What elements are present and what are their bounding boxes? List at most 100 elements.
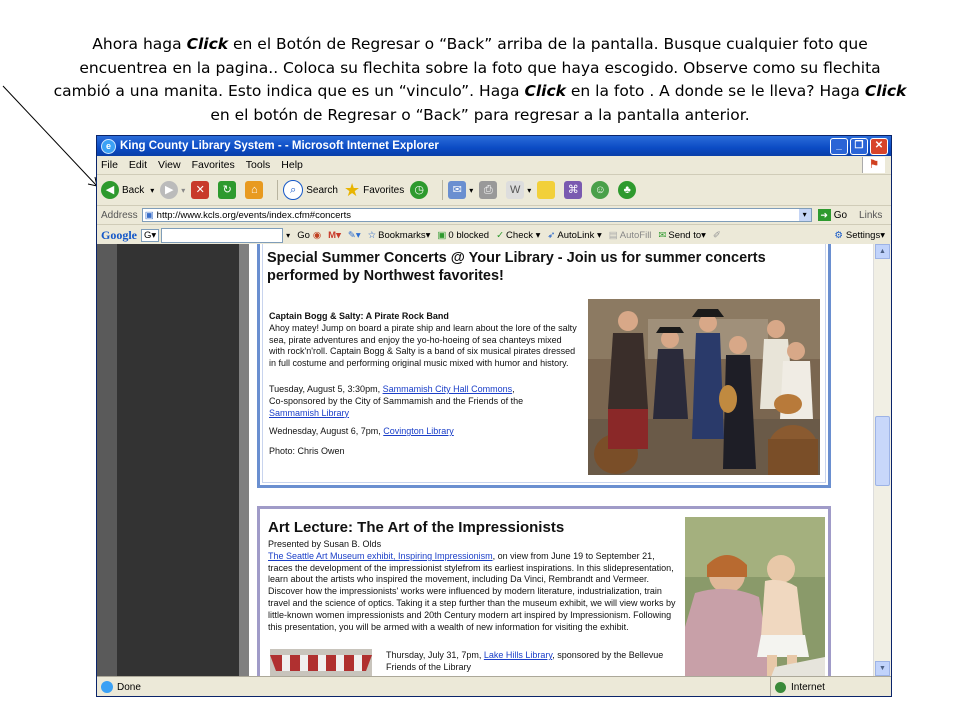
- refresh-icon: ↻: [218, 181, 237, 199]
- menu-favorites[interactable]: Favorites: [192, 159, 235, 171]
- art-lecture-event-card: Art Lecture: The Art of the Impressionis…: [257, 506, 831, 676]
- back-button[interactable]: ◀ Back ▾: [101, 181, 154, 199]
- awning-illustration: [270, 649, 372, 676]
- google-logo[interactable]: Google: [101, 228, 137, 243]
- page-divider: [239, 244, 249, 676]
- refresh-button[interactable]: ↻: [218, 181, 239, 199]
- status-text: Done: [117, 681, 141, 693]
- back-arrow-icon: ◀: [101, 181, 119, 199]
- address-label: Address: [101, 209, 138, 221]
- scroll-up-arrow-icon[interactable]: ▲: [875, 244, 890, 259]
- toolbar-separator: [277, 180, 279, 200]
- spellcheck-icon: ✓: [496, 229, 505, 241]
- library-awning-photo[interactable]: [270, 649, 372, 676]
- bookmarks-button[interactable]: Bookmarks▾: [378, 230, 430, 241]
- highlight-icon[interactable]: ✐: [713, 230, 721, 241]
- menu-file[interactable]: File: [101, 159, 118, 171]
- concert-event-card: Special Summer Concerts @ Your Library -…: [257, 244, 831, 488]
- google-menu-icon[interactable]: G▾: [141, 228, 160, 242]
- pirate-band-illustration: [588, 299, 820, 475]
- ie-logo-icon: e: [101, 138, 116, 154]
- autofill-button[interactable]: AutoFill: [620, 230, 652, 241]
- art-lecture-heading: Art Lecture: The Art of the Impressionis…: [268, 519, 565, 536]
- menu-tools[interactable]: Tools: [246, 159, 271, 171]
- address-value: http://www.kcls.org/events/index.cfm#con…: [156, 209, 351, 221]
- page-left-margin: [97, 244, 117, 676]
- lake-hills-library-link[interactable]: Lake Hills Library: [484, 650, 552, 660]
- home-button[interactable]: ⌂: [245, 181, 266, 199]
- go-button[interactable]: ➜ Go: [817, 209, 847, 221]
- favorites-label: Favorites: [363, 184, 405, 196]
- address-dropdown-icon[interactable]: ▾: [798, 209, 811, 221]
- photo-credit: Photo: Chris Owen: [269, 446, 345, 456]
- sammamish-city-hall-link[interactable]: Sammamish City Hall Commons: [383, 384, 513, 394]
- search-button[interactable]: ⌕ Search: [283, 180, 338, 200]
- concert-description: Captain Bogg & Salty: A Pirate Rock Band…: [269, 311, 579, 370]
- messenger-button[interactable]: ☺: [591, 181, 612, 199]
- vertical-scrollbar[interactable]: ▲ ▼: [873, 244, 891, 676]
- google-options-icon[interactable]: ✎▾: [348, 230, 361, 241]
- history-button[interactable]: ◷: [410, 181, 431, 199]
- google-search-input[interactable]: [161, 227, 284, 243]
- popup-blocked-count[interactable]: 0 blocked: [448, 230, 489, 241]
- google-pagerank-icon: ◉: [312, 229, 322, 241]
- page-viewport: Special Summer Concerts @ Your Library -…: [97, 244, 891, 676]
- links-button[interactable]: Links: [859, 210, 882, 221]
- scroll-down-arrow-icon[interactable]: ▼: [875, 661, 890, 676]
- zone-label: Internet: [791, 681, 825, 693]
- maximize-button[interactable]: ❐: [850, 137, 868, 155]
- popup-blocker-icon: ▣: [437, 229, 447, 241]
- impressionist-painting-photo[interactable]: [685, 517, 825, 676]
- google-search-dropdown-icon[interactable]: ▾: [286, 231, 290, 240]
- menu-edit[interactable]: Edit: [129, 159, 147, 171]
- covington-library-link[interactable]: Covington Library: [383, 426, 454, 436]
- favorites-button[interactable]: ★ Favorites: [344, 180, 404, 201]
- contacts-button[interactable]: ♣: [618, 181, 639, 199]
- menu-view[interactable]: View: [158, 159, 181, 171]
- sammamish-library-link[interactable]: Sammamish Library: [269, 408, 349, 418]
- spellcheck-button[interactable]: Check ▾: [506, 230, 540, 241]
- page-icon: ▣: [144, 209, 154, 221]
- google-toolbar: Google G▾ ▾ Go ◉ M▾ ✎▾ ☆ Bookmarks▾ ▣ 0 …: [97, 225, 891, 246]
- forward-dropdown-icon[interactable]: ▾: [181, 186, 185, 195]
- back-dropdown-icon[interactable]: ▾: [150, 186, 154, 195]
- concert-schedule-1: Tuesday, August 5, 3:30pm, Sammamish Cit…: [269, 384, 524, 418]
- standard-toolbar: ◀ Back ▾ ▶ ▾ ✕ ↻ ⌂ ⌕ Search ★ Favorites …: [97, 175, 891, 206]
- edit-button[interactable]: W ▾: [506, 181, 531, 199]
- mail-button[interactable]: ✉ ▾: [448, 181, 473, 199]
- event-date: Tuesday, August 5, 3:30pm,: [269, 384, 383, 394]
- pirate-band-photo[interactable]: [588, 299, 820, 475]
- address-input[interactable]: ▣ http://www.kcls.org/events/index.cfm#c…: [141, 208, 812, 222]
- settings-button[interactable]: Settings▾: [846, 230, 885, 241]
- close-button[interactable]: ✕: [870, 137, 888, 155]
- browser-window: e King County Library System - - Microso…: [96, 135, 892, 697]
- google-go-button[interactable]: Go: [297, 230, 310, 241]
- stop-button[interactable]: ✕: [191, 181, 212, 199]
- scrollbar-thumb[interactable]: [875, 416, 890, 486]
- mother-child-painting: [685, 517, 825, 676]
- concerts-heading: Special Summer Concerts @ Your Library -…: [267, 250, 766, 284]
- forward-button[interactable]: ▶ ▾: [160, 181, 185, 199]
- research-button[interactable]: ⌘: [564, 181, 585, 199]
- menu-help[interactable]: Help: [281, 159, 303, 171]
- internet-globe-icon: [775, 681, 786, 693]
- status-bar: Done Internet: [97, 676, 891, 696]
- discuss-button[interactable]: [537, 181, 558, 199]
- toolbar-separator: [442, 180, 444, 200]
- history-icon: ◷: [410, 181, 429, 199]
- page-right-margin: [851, 244, 873, 676]
- autofill-icon: ▤: [608, 229, 618, 241]
- print-button[interactable]: ⎙: [479, 181, 500, 199]
- page-content: Special Summer Concerts @ Your Library -…: [249, 244, 869, 676]
- seattle-art-museum-link[interactable]: The Seattle Art Museum exhibit, Inspirin…: [268, 551, 493, 561]
- event-date: Thursday, July 31, 7pm,: [386, 650, 484, 660]
- discuss-icon: [537, 181, 556, 199]
- stop-icon: ✕: [191, 181, 210, 199]
- contacts-icon: ♣: [618, 181, 637, 199]
- autolink-button[interactable]: AutoLink ▾: [557, 230, 601, 241]
- sendto-button[interactable]: Send to▾: [668, 230, 706, 241]
- gmail-icon[interactable]: M▾: [328, 230, 341, 241]
- presenter: Presented by Susan B. Olds: [268, 539, 382, 549]
- minimize-button[interactable]: _: [830, 137, 848, 155]
- search-label: Search: [306, 184, 338, 196]
